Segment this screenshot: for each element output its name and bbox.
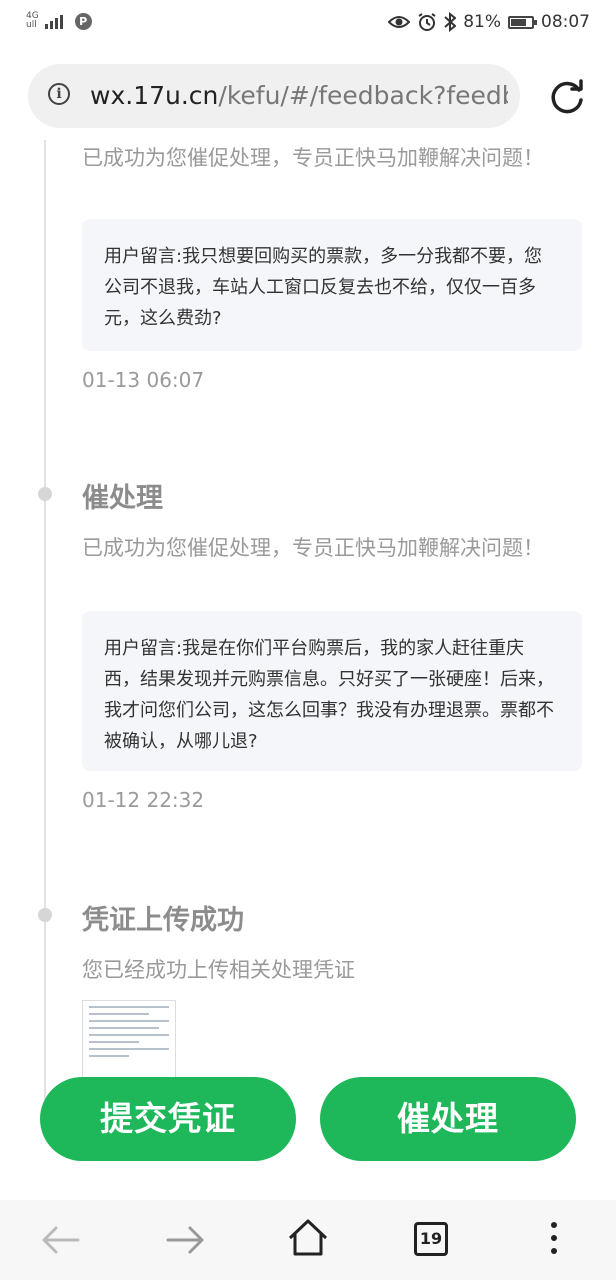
url-text[interactable]: wx.17u.cn/kefu/#/feedback?feedb	[90, 80, 508, 112]
timeline-desc-3: 您已经成功上传相关处理凭证	[82, 958, 355, 982]
timeline-desc-1: 已成功为您催促处理，专员正快马加鞭解决问题！	[82, 146, 544, 170]
url-host: wx.17u.cn	[90, 81, 219, 110]
clock: 08:07	[541, 12, 590, 32]
bluetooth-icon	[444, 12, 457, 32]
network-sub-label: ull	[26, 20, 37, 30]
timeline-time-1: 01-13 06:07	[82, 368, 205, 392]
url-path: /kefu/#/feedback?feedb	[218, 81, 508, 110]
back-arrow-icon[interactable]	[38, 1220, 82, 1260]
site-info-icon[interactable]: i	[48, 83, 70, 105]
address-bar[interactable]: i wx.17u.cn/kefu/#/feedback?feedb	[28, 64, 520, 128]
timeline-line	[44, 140, 46, 1100]
forward-arrow-icon[interactable]	[164, 1220, 208, 1260]
urge-processing-button[interactable]: 催处理	[320, 1077, 576, 1161]
reload-icon[interactable]	[548, 78, 586, 116]
more-menu-icon[interactable]	[550, 1222, 558, 1258]
eye-icon	[388, 16, 411, 28]
user-message-2: 用户留言:我是在你们平台购票后，我的家人赶往重庆西，结果发现并元购票信息。只好买…	[82, 611, 582, 771]
timeline-dot	[38, 487, 52, 501]
tab-count-button[interactable]: 19	[414, 1222, 448, 1256]
timeline-title-3: 凭证上传成功	[82, 905, 244, 936]
network-indicator: 4G ull	[26, 12, 39, 30]
timeline-dot	[38, 908, 52, 922]
home-icon[interactable]	[286, 1216, 330, 1260]
status-left: 4G ull P	[26, 12, 92, 30]
submit-proof-button[interactable]: 提交凭证	[40, 1077, 296, 1161]
battery-percent: 81%	[463, 12, 501, 32]
proof-thumbnail[interactable]	[82, 1000, 176, 1086]
timeline-desc-2: 已成功为您催促处理，专员正快马加鞭解决问题！	[82, 536, 544, 560]
p-badge-icon: P	[74, 12, 92, 30]
timeline-title-2: 催处理	[82, 483, 163, 514]
user-message-1: 用户留言:我只想要回购买的票款，多一分我都不要，您公司不退我，车站人工窗口反复去…	[82, 219, 582, 351]
timeline-time-2: 01-12 22:32	[82, 788, 205, 812]
status-bar: 4G ull P 81% 08:07	[0, 0, 616, 48]
status-right: 81% 08:07	[388, 12, 590, 32]
battery-icon	[508, 15, 537, 29]
alarm-icon	[418, 13, 436, 31]
signal-icon	[44, 13, 63, 29]
